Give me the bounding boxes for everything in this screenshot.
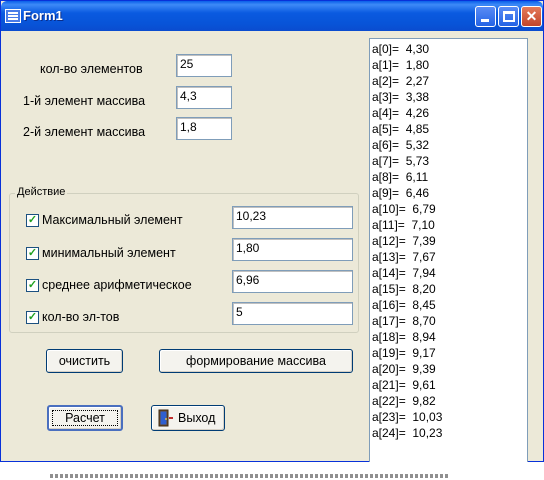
exit-button-label: Выход — [178, 411, 216, 425]
first-element-label: 1-й элемент массива — [23, 94, 146, 108]
exit-button[interactable]: Выход — [151, 405, 225, 431]
average-checkbox[interactable]: ✓ — [26, 279, 39, 292]
maximize-button[interactable] — [498, 6, 519, 27]
background-text-fragment — [50, 474, 450, 478]
door-exit-icon — [158, 409, 173, 427]
list-item[interactable]: a[16]= 8,45 — [372, 298, 436, 312]
calculate-button[interactable]: Расчет — [47, 405, 123, 431]
maximize-icon — [503, 11, 515, 22]
second-element-label: 2-й элемент массива — [23, 125, 146, 139]
average-label: среднее арифметическое — [42, 278, 192, 292]
close-button[interactable]: ✕ — [521, 6, 542, 27]
list-item[interactable]: a[21]= 9,61 — [372, 378, 436, 392]
list-item[interactable]: a[5]= 4,85 — [372, 122, 429, 136]
array-listbox[interactable]: a[0]= 4,30 a[1]= 1,80 a[2]= 2,27 a[3]= 3,38… — [369, 38, 528, 468]
minimize-button[interactable] — [475, 6, 496, 27]
list-item[interactable]: a[12]= 7,39 — [372, 234, 436, 248]
list-item[interactable]: a[22]= 9,82 — [372, 394, 436, 408]
list-item[interactable]: a[11]= 7,10 — [372, 218, 435, 232]
minimize-icon — [481, 19, 489, 22]
list-item[interactable]: a[13]= 7,67 — [372, 250, 436, 264]
list-item[interactable]: a[7]= 5,73 — [372, 154, 429, 168]
list-item[interactable]: a[0]= 4,30 — [372, 42, 429, 56]
list-item[interactable]: a[4]= 4,26 — [372, 106, 429, 120]
list-item[interactable]: a[3]= 3,38 — [372, 90, 429, 104]
generate-array-button[interactable]: формирование массива — [159, 349, 353, 373]
list-item[interactable]: a[24]= 10,23 — [372, 426, 442, 440]
form1-window: Form1 ✕ кол-во элементов 25 1-й элемент … — [0, 0, 544, 468]
first-element-input[interactable]: 4,3 — [176, 86, 232, 109]
max-element-label: Максимальный элемент — [42, 213, 183, 227]
min-element-output[interactable]: 1,80 — [232, 238, 353, 261]
count-label: кол-во элементов — [40, 62, 143, 76]
count-elements-output[interactable]: 5 — [232, 302, 353, 325]
count-input[interactable]: 25 — [176, 54, 232, 77]
max-element-checkbox[interactable]: ✓ — [26, 214, 39, 227]
list-item[interactable]: a[23]= 10,03 — [372, 410, 442, 424]
action-groupbox-title: Действие — [15, 186, 68, 198]
max-element-output[interactable]: 10,23 — [232, 206, 353, 229]
list-item[interactable]: a[6]= 5,32 — [372, 138, 429, 152]
clear-button[interactable]: очистить — [46, 349, 123, 373]
app-icon[interactable] — [5, 9, 21, 23]
min-element-label: минимальный элемент — [42, 246, 176, 260]
list-item[interactable]: a[2]= 2,27 — [372, 74, 429, 88]
second-element-input[interactable]: 1,8 — [176, 117, 232, 140]
list-item[interactable]: a[9]= 6,46 — [372, 186, 429, 200]
window-title: Form1 — [23, 8, 63, 23]
list-item[interactable]: a[14]= 7,94 — [372, 266, 436, 280]
count-elements-label: кол-во эл-тов — [42, 310, 120, 324]
list-item[interactable]: a[18]= 8,94 — [372, 330, 436, 344]
list-item[interactable]: a[8]= 6,11 — [372, 170, 428, 184]
title-bar[interactable]: Form1 ✕ — [1, 1, 543, 31]
close-icon: ✕ — [525, 8, 538, 24]
count-checkbox[interactable]: ✓ — [26, 311, 39, 324]
list-item[interactable]: a[17]= 8,70 — [372, 314, 436, 328]
focus-rect — [52, 410, 118, 426]
list-item[interactable]: a[1]= 1,80 — [372, 58, 429, 72]
average-output[interactable]: 6,96 — [232, 270, 353, 293]
list-item[interactable]: a[10]= 6,79 — [372, 202, 436, 216]
list-item[interactable]: a[20]= 9,39 — [372, 362, 436, 376]
list-item[interactable]: a[15]= 8,20 — [372, 282, 436, 296]
list-item[interactable]: a[19]= 9,17 — [372, 346, 436, 360]
min-element-checkbox[interactable]: ✓ — [26, 247, 39, 260]
